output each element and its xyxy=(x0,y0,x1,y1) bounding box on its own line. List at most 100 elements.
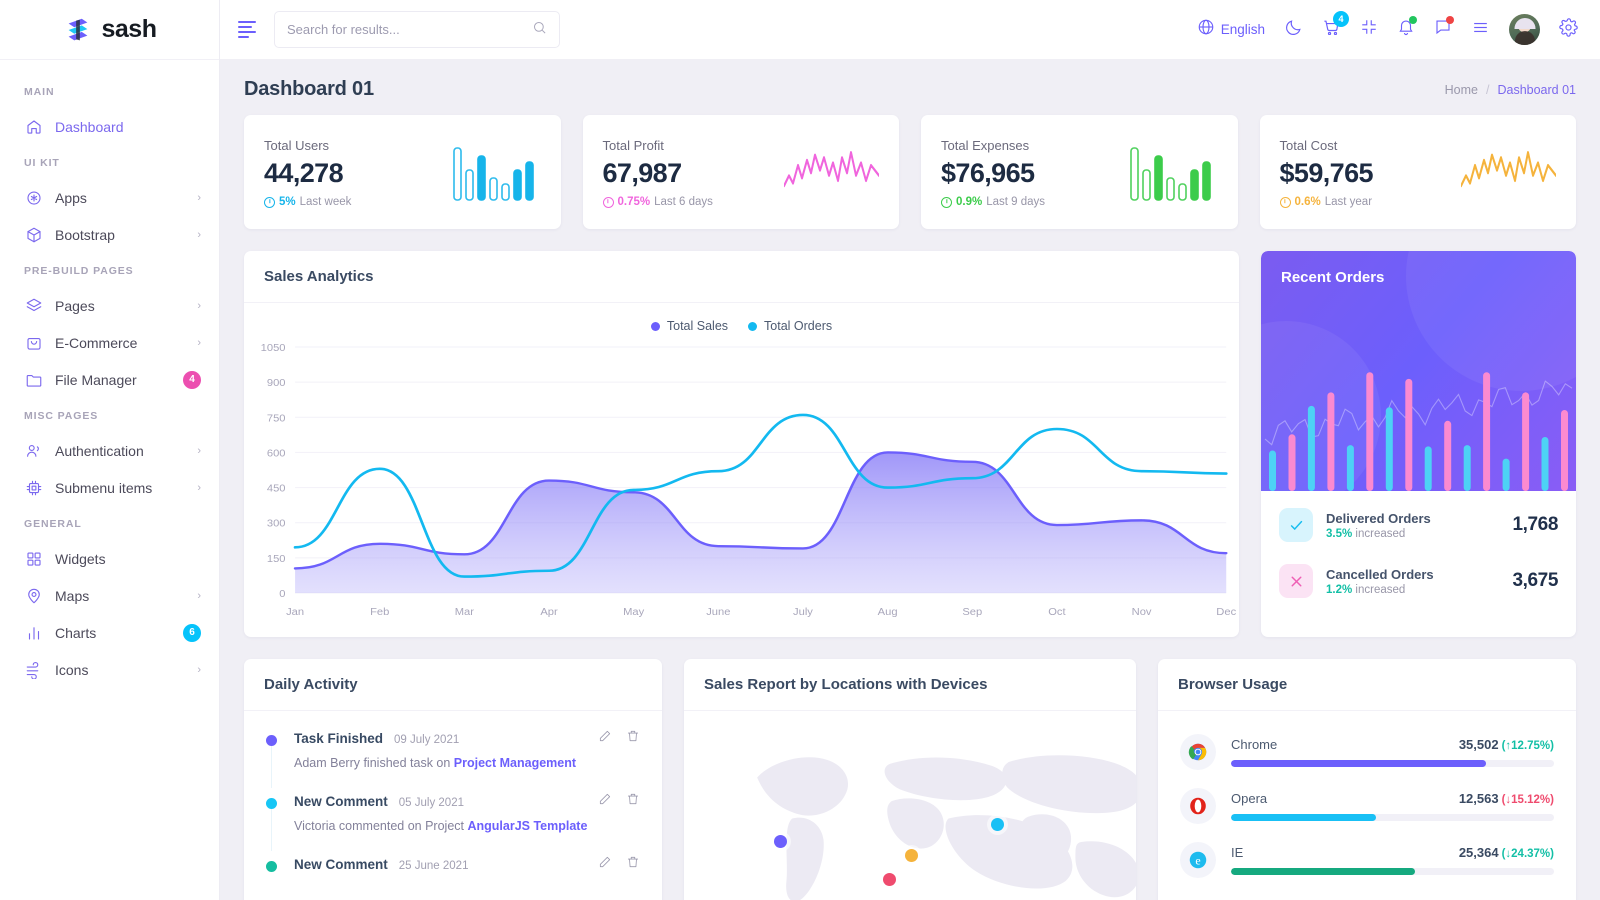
sidebar-item-icons[interactable]: Icons › xyxy=(0,651,219,688)
legend-item[interactable]: Total Orders xyxy=(748,319,832,333)
sidebar-item-submenu-items[interactable]: Submenu items › xyxy=(0,469,219,506)
sales-map-title: Sales Report by Locations with Devices xyxy=(704,676,988,693)
language-switcher[interactable]: English xyxy=(1197,18,1265,41)
sidebar-item-bootstrap[interactable]: Bootstrap › xyxy=(0,216,219,253)
theme-toggle[interactable] xyxy=(1284,18,1303,42)
fullscreen-button[interactable] xyxy=(1360,18,1378,41)
breadcrumb-home[interactable]: Home xyxy=(1445,83,1478,97)
sidebar-item-e-commerce[interactable]: E-Commerce › xyxy=(0,324,219,361)
sidebar-item-widgets[interactable]: Widgets xyxy=(0,540,219,577)
edit-icon[interactable] xyxy=(598,729,612,748)
sales-map-header: Sales Report by Locations with Devices xyxy=(684,659,1136,711)
svg-text:1050: 1050 xyxy=(261,342,286,354)
sidebar-section-label: PRE-BUILD PAGES xyxy=(24,265,134,277)
sidebar-item-maps[interactable]: Maps › xyxy=(0,577,219,614)
svg-text:Feb: Feb xyxy=(370,606,389,618)
notifications-button[interactable] xyxy=(1397,16,1417,41)
search-box[interactable] xyxy=(274,11,560,48)
trash-icon[interactable] xyxy=(626,792,640,811)
sidebar-item-apps[interactable]: Apps › xyxy=(0,179,219,216)
edit-icon[interactable] xyxy=(598,855,612,874)
brand-logo-area[interactable]: sash xyxy=(0,0,219,60)
svg-text:May: May xyxy=(623,606,645,618)
legend-label: Total Sales xyxy=(666,319,729,333)
stat-card-sparkline xyxy=(446,142,541,204)
activity-link[interactable]: Project Management xyxy=(454,756,576,770)
trash-icon[interactable] xyxy=(626,729,640,748)
stat-card-subtext: 0.9% Last 9 days xyxy=(941,196,1123,208)
activity-head: New Comment 05 July 2021 xyxy=(294,792,640,811)
activity-body: New Comment 25 June 2021 xyxy=(294,855,640,874)
avatar[interactable] xyxy=(1509,14,1540,45)
shopping-bag-icon xyxy=(24,333,43,352)
browser-delta: (↑12.75%) xyxy=(1501,740,1554,752)
sidebar-nav: MAIN Dashboard UI KIT Apps › Bootstrap › PRE-BU… xyxy=(0,60,219,688)
map-pin[interactable] xyxy=(882,872,896,886)
settings-button[interactable] xyxy=(1559,17,1578,42)
stat-card-body: Total Users 44,278 5% Last week xyxy=(264,138,446,208)
activity-item: New Comment 05 July 2021 Victoria commen… xyxy=(266,792,640,855)
daily-activity-panel: Daily Activity Task Finished 09 July 202… xyxy=(244,659,662,900)
sidebar-item-pages[interactable]: Pages › xyxy=(0,287,219,324)
svg-text:600: 600 xyxy=(267,448,286,460)
stat-card[interactable]: Total Users 44,278 5% Last week xyxy=(244,115,561,229)
search-icon[interactable] xyxy=(532,20,547,40)
grid-icon xyxy=(24,549,43,568)
wind-icon xyxy=(24,660,43,679)
edit-icon[interactable] xyxy=(598,792,612,811)
stat-card[interactable]: Total Cost $59,765 0.6% Last year xyxy=(1259,115,1576,229)
search-input[interactable] xyxy=(287,22,532,37)
sidebar-section-label: MISC PAGES xyxy=(24,410,99,422)
sidebar-item-label: File Manager xyxy=(55,371,137,388)
sales-analytics-chart: 0 150 300 450 600 750 900 1050 Jan Feb Mar Apr May Ju… xyxy=(244,333,1239,628)
sidebar-item-label: Bootstrap xyxy=(55,226,115,243)
svg-text:0: 0 xyxy=(279,588,285,600)
sales-map-panel: Sales Report by Locations with Devices xyxy=(684,659,1136,900)
stat-card-subtext: 5% Last week xyxy=(264,196,446,208)
recent-orders-panel: Recent Orders Delivered Orders 3.5% incr… xyxy=(1261,251,1576,637)
svg-text:150: 150 xyxy=(267,553,286,565)
sidebar-item-charts[interactable]: Charts 6 xyxy=(0,614,219,651)
topbar-actions: English 4 xyxy=(1197,10,1578,45)
svg-text:900: 900 xyxy=(267,377,286,389)
sidebar-section-label: GENERAL xyxy=(24,518,82,530)
sidebar-item-file-manager[interactable]: File Manager 4 xyxy=(0,361,219,398)
stat-card-subtext: 0.75% Last 6 days xyxy=(602,196,785,208)
right-sidebar-button[interactable] xyxy=(1471,18,1490,42)
stat-card-value: 67,987 xyxy=(602,158,683,188)
activity-title: New Comment xyxy=(294,794,388,809)
trend-icon xyxy=(602,196,614,208)
close-icon xyxy=(1279,564,1313,598)
activity-link[interactable]: AngularJS Template xyxy=(467,819,587,833)
sidebar-item-label: Widgets xyxy=(55,550,106,567)
world-map[interactable] xyxy=(684,711,1136,900)
stat-card-title: Total Profit xyxy=(602,138,664,153)
hamburger-icon[interactable] xyxy=(238,21,260,38)
breadcrumb-current[interactable]: Dashboard 01 xyxy=(1497,83,1576,97)
recent-orders-row: Delivered Orders 3.5% increased 1,768 xyxy=(1279,497,1558,553)
stat-card[interactable]: Total Expenses $76,965 0.9% Last 9 days xyxy=(921,115,1238,229)
browser-value: 12,563 xyxy=(1458,791,1499,806)
browser-delta: (↓24.37%) xyxy=(1501,848,1554,860)
recent-orders-row-text: Cancelled Orders 1.2% increased xyxy=(1326,567,1434,596)
activity-body: New Comment 05 July 2021 Victoria commen… xyxy=(294,792,640,833)
messages-button[interactable] xyxy=(1434,16,1454,41)
trash-icon[interactable] xyxy=(626,855,640,874)
browser-progress-track xyxy=(1231,814,1554,821)
browser-progress-fill xyxy=(1231,814,1377,821)
sidebar-item-authentication[interactable]: Authentication › xyxy=(0,432,219,469)
sidebar-item-dashboard[interactable]: Dashboard xyxy=(0,108,219,145)
recent-orders-row-name: Delivered Orders xyxy=(1326,510,1431,526)
legend-item[interactable]: Total Sales xyxy=(650,319,729,333)
browser-progress-track xyxy=(1231,760,1554,767)
browser-usage-header: Browser Usage xyxy=(1158,659,1576,711)
activity-date: 09 July 2021 xyxy=(394,734,460,746)
activity-connector xyxy=(270,743,273,788)
cart-button[interactable]: 4 xyxy=(1322,10,1349,42)
recent-orders-row-value: 3,675 xyxy=(1512,570,1558,591)
gear-icon xyxy=(1559,17,1578,42)
opera-icon xyxy=(1180,788,1216,824)
stat-card[interactable]: Total Profit 67,987 0.75% Last 6 days xyxy=(582,115,899,229)
trend-icon xyxy=(941,196,952,208)
browser-usage-list: Chrome 35,502 (↑12.75%) Opera 12,563 (↓1… xyxy=(1158,711,1576,887)
